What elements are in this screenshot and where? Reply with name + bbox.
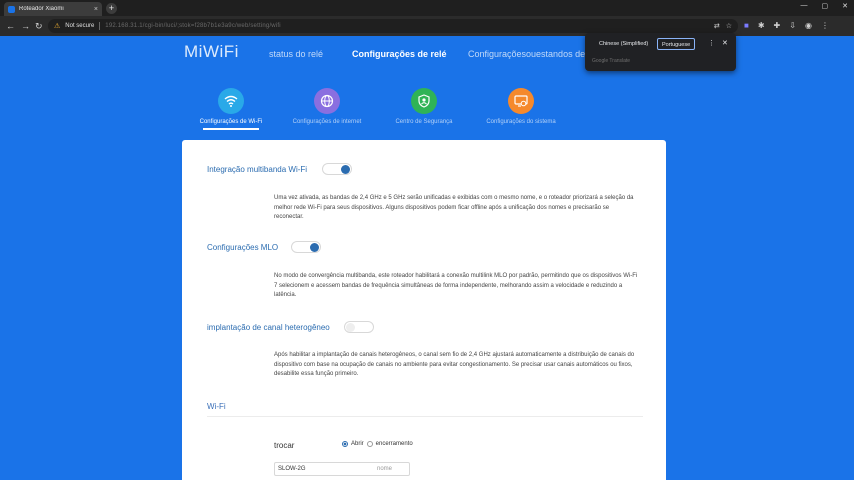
shield-icon <box>411 88 437 114</box>
nav-relay-settings[interactable]: Configurações de relé <box>352 49 447 59</box>
radio-open-label: Abrir <box>351 441 364 447</box>
download-icon[interactable]: ⇩ <box>789 21 796 30</box>
bluetooth-extension-icon[interactable]: ✱ <box>758 21 765 30</box>
mlo-description: No modo de convergência multibanda, este… <box>274 273 638 298</box>
browser-tabstrip: Roteador Xiaomi × + — ▢ ✕ <box>0 0 854 16</box>
wifi-settings-card: Integração multibanda Wi-Fi Uma vez ativ… <box>182 140 666 480</box>
extensions-puzzle-icon[interactable]: ✚ <box>774 21 781 30</box>
hetero-channel-label: implantação de canal heterogêneo <box>207 323 330 332</box>
miwifi-logo[interactable]: MiWiFi <box>184 42 239 62</box>
browser-tab[interactable]: Roteador Xiaomi × <box>4 2 102 16</box>
translate-brand: Google Translate <box>592 58 631 64</box>
address-bar[interactable]: ⚠ Not secure 192.168.31.1/cgi-bin/luci/;… <box>48 19 738 33</box>
active-tab-indicator <box>203 128 259 130</box>
minimize-icon[interactable]: — <box>801 2 808 10</box>
wifi-section-title: Wi-Fi <box>207 402 226 411</box>
hetero-channel-toggle[interactable] <box>344 321 374 333</box>
tile-internet-settings[interactable]: Configurações de internet <box>277 88 377 125</box>
warning-icon: ⚠ <box>54 23 61 30</box>
translate-close-icon[interactable]: ✕ <box>722 39 728 47</box>
radio-close-label: encerramento <box>375 441 413 447</box>
tile-label: Configurações de internet <box>292 119 362 125</box>
menu-kebab-icon[interactable]: ⋮ <box>821 21 829 30</box>
ssid-value: SLOW-2G <box>278 466 306 472</box>
mlo-label: Configurações MLO <box>207 243 279 252</box>
translate-popup: Chinese (Simplified) Portuguese ⋮ ✕ Goog… <box>585 33 736 71</box>
bookmark-star-icon[interactable]: ☆ <box>726 22 732 30</box>
section-divider <box>207 416 643 417</box>
wifi-icon <box>218 88 244 114</box>
tile-label: Configurações de Wi-Fi <box>199 119 263 125</box>
reload-icon[interactable]: ↻ <box>35 21 43 31</box>
tile-label: Configurações do sistema <box>486 119 556 125</box>
extension-icons: ■ ✱ ✚ ⇩ ◉ ⋮ <box>744 21 829 30</box>
translate-target-language[interactable]: Portuguese <box>657 38 696 50</box>
maximize-icon[interactable]: ▢ <box>822 2 829 10</box>
multiband-toggle[interactable] <box>322 163 352 175</box>
back-icon[interactable]: ← <box>6 21 15 31</box>
extension-icon[interactable]: ■ <box>744 21 749 30</box>
window-controls: — ▢ ✕ <box>801 2 849 10</box>
omnibox-actions: ⇄ ☆ <box>714 22 732 30</box>
tile-label: Centro de Segurança <box>395 119 453 125</box>
translate-source-language[interactable]: Chinese (Simplified) <box>595 38 652 50</box>
system-settings-icon <box>508 88 534 114</box>
mlo-toggle[interactable] <box>291 241 321 253</box>
profile-icon[interactable]: ◉ <box>805 21 812 30</box>
forward-icon[interactable]: → <box>21 21 30 31</box>
multiband-label: Integração multibanda Wi-Fi <box>207 165 308 174</box>
wifi-switch-label: trocar <box>274 441 295 450</box>
translate-more-icon[interactable]: ⋮ <box>708 39 715 47</box>
nav-status[interactable]: status do relé <box>269 49 323 59</box>
globe-icon <box>314 88 340 114</box>
radio-close[interactable] <box>366 441 373 447</box>
new-tab-button[interactable]: + <box>106 3 117 14</box>
wifi-switch-radio-group: Abrir encerramento <box>342 441 413 447</box>
multiband-description: Uma vez ativada, as bandas de 2,4 GHz e … <box>274 195 634 220</box>
tab-title: Roteador Xiaomi <box>19 6 64 12</box>
url-text: 192.168.31.1/cgi-bin/luci/;stok=f28b7b1e… <box>105 23 281 29</box>
not-secure-label: Not secure <box>65 23 95 29</box>
tile-system-settings[interactable]: Configurações do sistema <box>471 88 571 125</box>
favicon-icon <box>8 5 15 13</box>
radio-open[interactable] <box>342 441 348 447</box>
hetero-channel-description: Após habilitar a implantação de canais h… <box>274 352 635 377</box>
close-window-icon[interactable]: ✕ <box>842 2 848 10</box>
ssid-placeholder: nome <box>376 466 392 472</box>
ssid-input[interactable]: SLOW-2G nome <box>274 462 410 476</box>
router-page: MiWiFi status do relé Configurações de r… <box>0 36 854 480</box>
tile-wifi-settings[interactable]: Configurações de Wi-Fi <box>181 88 281 130</box>
tab-close-icon[interactable]: × <box>94 6 98 13</box>
url-separator <box>99 22 101 30</box>
translate-icon[interactable]: ⇄ <box>714 22 720 30</box>
tile-security-center[interactable]: Centro de Segurança <box>374 88 474 125</box>
